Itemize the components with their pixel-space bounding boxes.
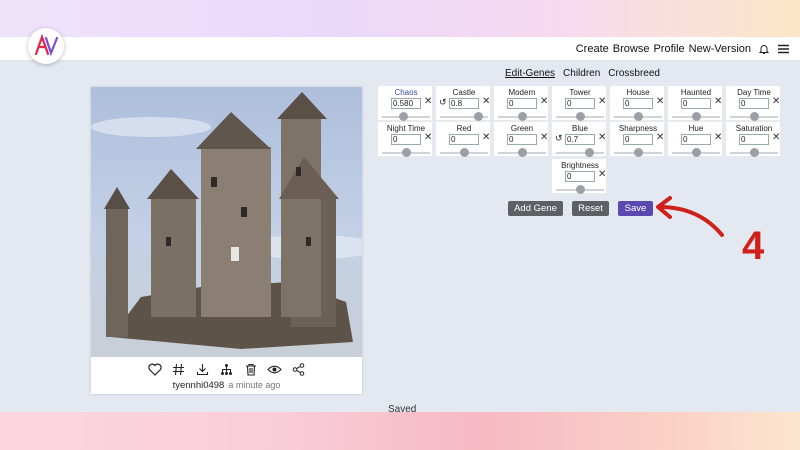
gene-red: Red✕ (435, 121, 491, 157)
gene-tower: Tower✕ (551, 85, 607, 121)
gene-brightness: Brightness✕ (551, 158, 607, 194)
slider-knob[interactable] (399, 112, 409, 121)
gene-haunted: Haunted✕ (667, 85, 723, 121)
bell-icon[interactable] (758, 43, 770, 55)
tab-children[interactable]: Children (563, 68, 600, 79)
remove-gene-icon[interactable]: ✕ (714, 132, 722, 143)
gene-blue: Blue↺✕ (551, 121, 607, 157)
tab-edit-genes[interactable]: Edit-Genes (505, 68, 555, 79)
gene-modern: Modern✕ (493, 85, 549, 121)
gene-sharpness: Sharpness✕ (609, 121, 665, 157)
slider-track[interactable] (556, 152, 604, 154)
gene-value-input-red[interactable] (449, 134, 479, 145)
gene-value-input-tower[interactable] (565, 98, 595, 109)
gene-value-input-night-time[interactable] (391, 134, 421, 145)
slider-knob[interactable] (633, 112, 643, 121)
remove-gene-icon[interactable]: ✕ (482, 96, 490, 107)
decorative-bottom-band (0, 412, 800, 450)
artwork-card: tyennhi0498 a minute ago (91, 87, 362, 394)
top-navbar: Create Browse Profile New-Version (0, 37, 800, 61)
gene-value-input-brightness[interactable] (565, 171, 595, 182)
remove-gene-icon[interactable]: ✕ (540, 96, 548, 107)
gene-value-input-blue[interactable] (565, 134, 595, 145)
card-actions (91, 360, 362, 380)
slider-knob[interactable] (691, 148, 701, 157)
remove-gene-icon[interactable]: ✕ (656, 96, 664, 107)
tab-crossbreed[interactable]: Crossbreed (608, 68, 660, 79)
gene-house: House✕ (609, 85, 665, 121)
slider-knob[interactable] (401, 148, 411, 157)
save-button[interactable]: Save (618, 201, 653, 216)
decorative-top-band (0, 0, 800, 37)
slider-knob[interactable] (517, 112, 527, 121)
remove-gene-icon[interactable]: ✕ (424, 132, 432, 143)
status-text: Saved (388, 404, 417, 415)
annotation-arrow-icon (656, 196, 724, 237)
remove-gene-icon[interactable]: ✕ (540, 132, 548, 143)
remove-gene-icon[interactable]: ✕ (598, 132, 606, 143)
gene-value-input-green[interactable] (507, 134, 537, 145)
gene-chaos: Chaos✕ (377, 85, 433, 121)
share-icon[interactable] (290, 360, 308, 378)
remove-gene-icon[interactable]: ✕ (772, 96, 780, 107)
slider-knob[interactable] (749, 148, 759, 157)
slider-knob[interactable] (473, 112, 483, 121)
gene-hue: Hue✕ (667, 121, 723, 157)
app-logo[interactable] (28, 28, 64, 64)
undo-icon[interactable]: ↺ (555, 133, 563, 144)
gene-day-time: Day Time✕ (725, 85, 781, 121)
gene-value-input-day-time[interactable] (739, 98, 769, 109)
remove-gene-icon[interactable]: ✕ (598, 96, 606, 107)
remove-gene-icon[interactable]: ✕ (772, 132, 780, 143)
remove-gene-icon[interactable]: ✕ (482, 132, 490, 143)
gene-night-time: Night Time✕ (377, 121, 433, 157)
nav-browse[interactable]: Browse (613, 43, 650, 55)
av-logo-icon (34, 33, 59, 57)
gene-value-input-haunted[interactable] (681, 98, 711, 109)
gene-value-input-castle[interactable] (449, 98, 479, 109)
hash-icon[interactable] (170, 360, 188, 378)
slider-knob[interactable] (575, 185, 585, 194)
undo-icon[interactable]: ↺ (439, 97, 447, 108)
gene-value-input-modern[interactable] (507, 98, 537, 109)
remove-gene-icon[interactable]: ✕ (424, 96, 432, 107)
remove-gene-icon[interactable]: ✕ (656, 132, 664, 143)
add-gene-button[interactable]: Add Gene (508, 201, 563, 216)
nav-links: Create Browse Profile New-Version (576, 37, 794, 60)
slider-knob[interactable] (575, 112, 585, 121)
download-icon[interactable] (194, 360, 212, 378)
gene-saturation: Saturation✕ (725, 121, 781, 157)
gene-value-input-chaos[interactable] (391, 98, 421, 109)
username-link[interactable]: tyennhi0498 (173, 380, 225, 391)
slider-knob[interactable] (633, 148, 643, 157)
reset-button[interactable]: Reset (572, 201, 609, 216)
gene-value-input-house[interactable] (623, 98, 653, 109)
slider-knob[interactable] (585, 148, 595, 157)
created-time: a minute ago (228, 380, 281, 390)
nav-create[interactable]: Create (576, 43, 609, 55)
gene-castle: Castle↺✕ (435, 85, 491, 121)
eye-icon[interactable] (266, 360, 284, 378)
hamburger-menu-icon[interactable] (777, 43, 790, 55)
gene-value-input-sharpness[interactable] (623, 134, 653, 145)
heart-icon[interactable] (146, 360, 164, 378)
gene-value-input-hue[interactable] (681, 134, 711, 145)
remove-gene-icon[interactable]: ✕ (598, 169, 606, 180)
card-meta: tyennhi0498 a minute ago (91, 380, 362, 391)
remove-gene-icon[interactable]: ✕ (714, 96, 722, 107)
slider-knob[interactable] (517, 148, 527, 157)
annotation-step-number: 4 (742, 224, 765, 268)
slider-knob[interactable] (749, 112, 759, 121)
nav-new-version[interactable]: New-Version (689, 43, 751, 55)
nav-profile[interactable]: Profile (653, 43, 684, 55)
gene-green: Green✕ (493, 121, 549, 157)
trash-icon[interactable] (242, 360, 260, 378)
hierarchy-icon[interactable] (218, 360, 236, 378)
castle-illustration (91, 92, 362, 349)
slider-knob[interactable] (691, 112, 701, 121)
slider-knob[interactable] (459, 148, 469, 157)
castle-image[interactable] (91, 87, 362, 357)
gene-value-input-saturation[interactable] (739, 134, 769, 145)
gene-tabs: Edit-Genes Children Crossbreed (505, 68, 660, 79)
